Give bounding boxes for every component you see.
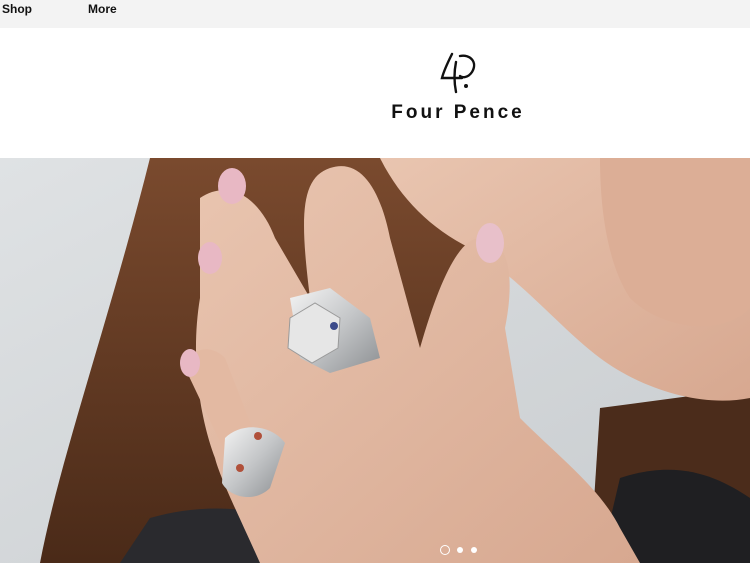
brand-name[interactable]: Four Pence <box>352 102 564 124</box>
site-header: Four Pence <box>0 28 750 158</box>
four-pence-monogram-icon[interactable] <box>432 48 482 98</box>
top-navigation-bar: Shop More <box>0 0 750 28</box>
nav-shop-link[interactable]: Shop <box>2 2 32 16</box>
hero-image <box>0 158 750 563</box>
hero-slideshow[interactable] <box>0 158 750 563</box>
slide-dot-3[interactable] <box>471 547 477 553</box>
slide-dot-2[interactable] <box>457 547 463 553</box>
slide-dot-1[interactable] <box>440 545 450 555</box>
nav-more-link[interactable]: More <box>88 2 117 16</box>
